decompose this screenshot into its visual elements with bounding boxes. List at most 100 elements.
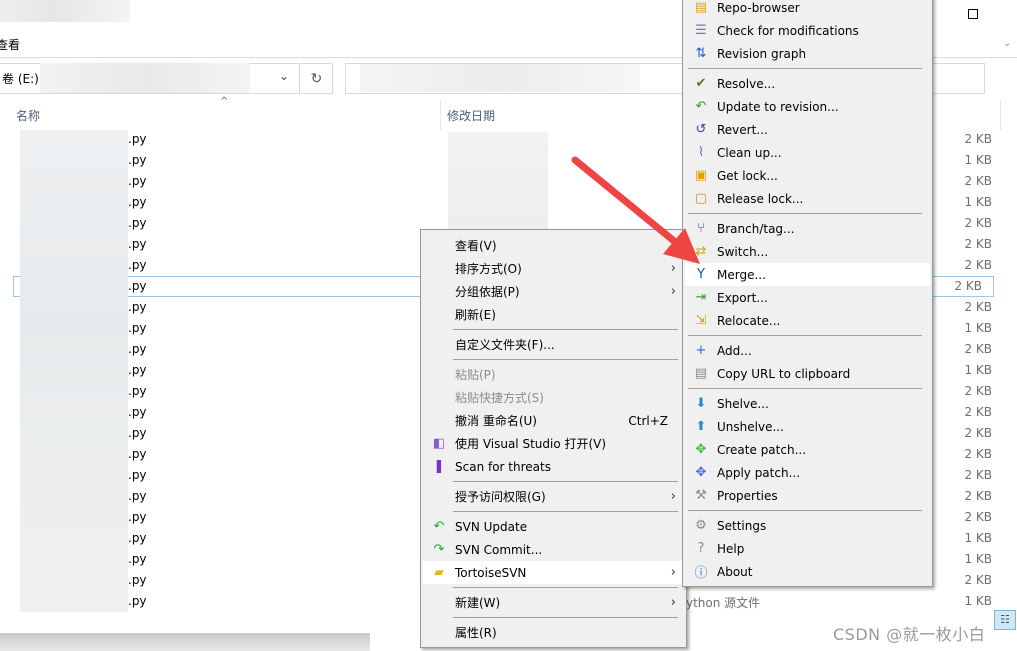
sort-ascending-icon: ^ xyxy=(220,96,229,107)
menu-item-label: Scan for threats xyxy=(455,459,551,474)
svn-commit-icon: ↷ xyxy=(433,542,445,557)
menu-item-revert[interactable]: ↺ Revert... xyxy=(685,118,930,141)
menu-separator xyxy=(453,587,678,588)
ribbon-tab-view[interactable]: 查看 xyxy=(0,36,20,53)
menu-item-branch-tag[interactable]: ⑂ Branch/tag... xyxy=(685,217,930,240)
menu-item-add[interactable]: + Add... xyxy=(685,339,930,362)
menu-item-label: SVN Commit... xyxy=(455,542,543,557)
file-name: .py xyxy=(128,132,147,146)
tortoisesvn-submenu: ▤ Repo-browser ☰ Check for modifications ⇅ Re… xyxy=(682,0,933,587)
menu-item-clean-up[interactable]: ⌇ Clean up... xyxy=(685,141,930,164)
file-name: .py xyxy=(128,468,147,482)
menu-item-r[interactable]: 属性(R) xyxy=(423,621,684,644)
visual-studio-icon: ◧ xyxy=(432,436,446,451)
menu-item-label: Clean up... xyxy=(717,145,782,160)
menu-item-apply-patch[interactable]: ✥ Apply patch... xyxy=(685,461,930,484)
column-header-name[interactable]: 名称 xyxy=(16,107,40,124)
file-name: .py xyxy=(128,552,147,566)
menu-item-merge[interactable]: Y Merge... xyxy=(685,263,930,286)
details-view-button[interactable]: ☷ xyxy=(994,610,1016,630)
ribbon-expand-icon[interactable]: ⌄ xyxy=(1003,38,1011,49)
relocate-icon: ⇲ xyxy=(695,313,707,328)
menu-item-label: Switch... xyxy=(717,244,769,259)
menu-item-about[interactable]: ⓘ About xyxy=(685,560,930,583)
menu-separator xyxy=(688,68,922,69)
arrow-shaft xyxy=(571,156,689,254)
menu-item-g[interactable]: 授予访问权限(G) › xyxy=(423,485,684,508)
menu-item-label: 粘贴快捷方式(S) xyxy=(455,391,544,405)
menu-item-f[interactable]: 自定义文件夹(F)... xyxy=(423,333,684,356)
menu-item-w[interactable]: 新建(W) › xyxy=(423,591,684,614)
menu-item-help[interactable]: ? Help xyxy=(685,537,930,560)
menu-item-release-lock[interactable]: ▢ Release lock... xyxy=(685,187,930,210)
column-divider[interactable] xyxy=(1000,100,1001,130)
menu-item-tortoisesvn[interactable]: ▰ TortoiseSVN › xyxy=(423,561,684,584)
menu-item-label: Revision graph xyxy=(717,46,807,61)
menu-item-update-to-revision[interactable]: ↶ Update to revision... xyxy=(685,95,930,118)
menu-separator xyxy=(688,388,922,389)
revision-graph-icon: ⇅ xyxy=(695,46,707,61)
submenu-chevron-icon: › xyxy=(670,284,676,299)
menu-item-relocate[interactable]: ⇲ Relocate... xyxy=(685,309,930,332)
menu-item-svn-commit[interactable]: ↷ SVN Commit... xyxy=(423,538,684,561)
menu-item-switch[interactable]: ⇄ Switch... xyxy=(685,240,930,263)
menu-item-label: About xyxy=(717,564,753,579)
file-name: .py xyxy=(128,153,147,167)
column-divider[interactable] xyxy=(440,100,441,130)
refresh-button[interactable]: ↻ xyxy=(301,63,333,94)
file-name: .py xyxy=(128,573,147,587)
file-name: .py xyxy=(128,405,147,419)
file-size: 2 KB xyxy=(964,132,992,146)
menu-separator xyxy=(453,511,678,512)
file-size: 2 KB xyxy=(964,258,992,272)
menu-item-revision-graph[interactable]: ⇅ Revision graph xyxy=(685,42,930,65)
file-size: 2 KB xyxy=(964,237,992,251)
menu-item-scan-for-threats[interactable]: ❚ Scan for threats xyxy=(423,455,684,478)
file-size: 2 KB xyxy=(964,174,992,188)
menu-item-shelve[interactable]: ⬇ Shelve... xyxy=(685,392,930,415)
menu-separator xyxy=(453,481,678,482)
menu-item-create-patch[interactable]: ✥ Create patch... xyxy=(685,438,930,461)
menu-item-copy-url-to-clipboard[interactable]: ▤ Copy URL to clipboard xyxy=(685,362,930,385)
menu-item-repo-browser[interactable]: ▤ Repo-browser xyxy=(685,0,930,19)
column-header-date[interactable]: 修改日期 xyxy=(447,107,495,124)
file-name: .py xyxy=(128,174,147,188)
menu-item-check-for-modifications[interactable]: ☰ Check for modifications xyxy=(685,19,930,42)
maximize-icon[interactable] xyxy=(968,9,978,19)
menu-item-p[interactable]: 分组依据(P) › xyxy=(423,280,684,303)
menu-item-label: 自定义文件夹(F)... xyxy=(455,338,555,352)
scan-threats-icon: ❚ xyxy=(433,459,445,474)
about-icon: ⓘ xyxy=(694,566,708,581)
menu-item-label: Settings xyxy=(717,518,767,533)
menu-item-svn-update[interactable]: ↶ SVN Update xyxy=(423,515,684,538)
file-size: 2 KB xyxy=(964,489,992,503)
menu-item-label: Unshelve... xyxy=(717,419,784,434)
menu-item-s[interactable]: 粘贴快捷方式(S) xyxy=(423,386,684,409)
menu-item-get-lock[interactable]: ▣ Get lock... xyxy=(685,164,930,187)
menu-separator xyxy=(453,359,678,360)
help-icon: ? xyxy=(697,541,705,556)
file-size: 1 KB xyxy=(964,195,992,209)
address-dropdown-icon[interactable]: ⌄ xyxy=(279,69,289,83)
menu-item-label: 新建(W) xyxy=(455,596,501,610)
blurred-dates xyxy=(448,132,548,232)
add-icon: + xyxy=(695,343,707,358)
file-name: .py xyxy=(128,594,147,608)
menu-item-export[interactable]: ⇥ Export... xyxy=(685,286,930,309)
file-size: 1 KB xyxy=(964,531,992,545)
window-bottom-edge xyxy=(0,633,370,651)
create-patch-icon: ✥ xyxy=(695,442,707,457)
menu-item-e[interactable]: 刷新(E) xyxy=(423,303,684,326)
menu-item-unshelve[interactable]: ⬆ Unshelve... xyxy=(685,415,930,438)
file-size: 2 KB xyxy=(964,300,992,314)
unshelve-icon: ⬆ xyxy=(695,419,707,434)
menu-item-u[interactable]: 撤消 重命名(U) Ctrl+Z xyxy=(423,409,684,432)
menu-item-label: Apply patch... xyxy=(717,465,801,480)
menu-item-visual-studio-v[interactable]: ◧ 使用 Visual Studio 打开(V) xyxy=(423,432,684,455)
shelve-icon: ⬇ xyxy=(695,396,707,411)
menu-item-label: Copy URL to clipboard xyxy=(717,366,851,381)
menu-item-properties[interactable]: ⚒ Properties xyxy=(685,484,930,507)
menu-item-p[interactable]: 粘贴(P) xyxy=(423,363,684,386)
menu-item-resolve[interactable]: ✔ Resolve... xyxy=(685,72,930,95)
menu-item-settings[interactable]: ⚙ Settings xyxy=(685,514,930,537)
